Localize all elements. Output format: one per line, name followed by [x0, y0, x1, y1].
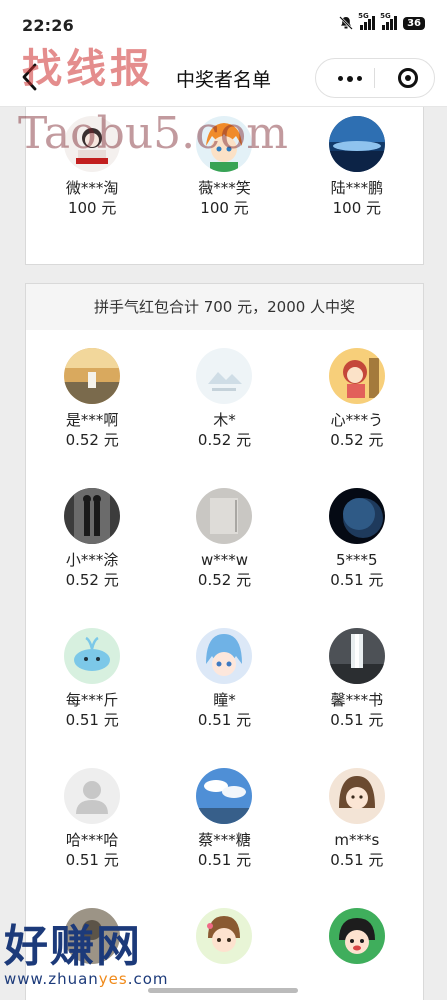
winner-amount: 100 元: [200, 199, 249, 217]
winner-name: 瞳*: [213, 691, 236, 709]
winner-amount: 0.52 元: [197, 431, 252, 449]
home-indicator[interactable]: [148, 988, 298, 993]
winner-list: 微***淘 100 元 薇***笑 100 元 陆***鹏 100 元 拼手气红…: [0, 107, 447, 1000]
avatar: [64, 768, 121, 824]
winner-item: 小***涂 0.52 元: [26, 470, 158, 610]
winner-name: 木*: [213, 411, 236, 429]
winner-grid-2: 是***啊 0.52 元 木* 0.52 元 心***う 0.52 元 小***…: [26, 330, 423, 1000]
winner-item: [158, 890, 290, 1000]
watermark-url: Taobu5.com: [18, 108, 288, 159]
watermark-url-part-b: yes: [98, 970, 128, 988]
avatar: [328, 628, 385, 684]
winner-item: m***s 0.51 元: [291, 750, 423, 890]
avatar: [328, 348, 385, 404]
winner-item: [291, 890, 423, 1000]
avatar: [328, 116, 385, 172]
avatar: [328, 488, 385, 544]
winner-amount: 0.51 元: [197, 851, 252, 869]
status-time: 22:26: [22, 16, 74, 35]
winner-item: w***w 0.52 元: [158, 470, 290, 610]
winner-name: 每***斤: [65, 691, 119, 709]
network-label-1: 5G: [358, 12, 369, 20]
watermark-top: 找线报: [22, 46, 154, 92]
watermark-bottom-title: 好赚网: [4, 921, 142, 972]
winner-item: 是***啊 0.52 元: [26, 330, 158, 470]
winner-item: 5***5 0.51 元: [291, 470, 423, 610]
winner-item: 馨***书 0.51 元: [291, 610, 423, 750]
winner-name: 馨***书: [330, 691, 384, 709]
avatar: [196, 908, 253, 964]
winner-name: m***s: [334, 831, 380, 849]
signal-icon-1: 5G: [358, 12, 376, 30]
signal-icon-2: 5G: [380, 12, 398, 30]
avatar: [196, 348, 253, 404]
avatar: [64, 488, 121, 544]
avatar: [196, 628, 253, 684]
winner-name: 陆***鹏: [330, 179, 384, 197]
more-menu-icon[interactable]: [338, 75, 362, 82]
winner-item: 哈***哈 0.51 元: [26, 750, 158, 890]
status-icons: 5G 5G 36: [339, 12, 425, 30]
winner-name: 蔡***糖: [198, 831, 251, 849]
winner-amount: 0.52 元: [65, 431, 119, 449]
watermark-bottom-url: www.zhuanyes.com: [4, 970, 169, 988]
winner-name: 薇***笑: [198, 179, 251, 197]
watermark-url-part-c: .com: [127, 970, 169, 988]
winner-amount: 100 元: [67, 199, 117, 217]
winner-item: 木* 0.52 元: [158, 330, 290, 470]
winner-name: 小***涂: [65, 551, 119, 569]
winner-amount: 0.51 元: [197, 711, 252, 729]
avatar: [64, 628, 121, 684]
mini-program-capsule: [315, 58, 435, 98]
winner-amount: 0.52 元: [65, 571, 119, 589]
capsule-divider: [374, 68, 375, 88]
winner-amount: 0.51 元: [330, 571, 384, 589]
watermark-bottom: 好赚网 www.zhuanyes.com: [4, 910, 169, 988]
winner-item: 瞳* 0.51 元: [158, 610, 290, 750]
winner-name: 微***淘: [65, 179, 119, 197]
winner-amount: 0.51 元: [330, 851, 384, 869]
winner-name: 心***う: [330, 411, 384, 429]
winner-amount: 0.51 元: [65, 851, 119, 869]
battery-icon: 36: [403, 16, 425, 30]
winner-name: 是***啊: [65, 411, 119, 429]
winner-name: 哈***哈: [65, 831, 119, 849]
prize-group-title: 拼手气红包合计 700 元，2000 人中奖: [26, 284, 423, 330]
winner-name: w***w: [200, 551, 249, 569]
winner-amount: 0.52 元: [330, 431, 384, 449]
winner-name: 5***5: [336, 551, 378, 569]
watermark-url-part-a: www.zhuan: [4, 970, 99, 988]
winner-amount: 0.52 元: [197, 571, 252, 589]
winner-item: 陆***鹏 100 元: [291, 107, 423, 238]
avatar: [328, 908, 385, 964]
winner-item: 心***う 0.52 元: [291, 330, 423, 470]
prize-group-card-2: 拼手气红包合计 700 元，2000 人中奖 是***啊 0.52 元 木* 0…: [25, 283, 424, 1000]
winner-item: 蔡***糖 0.51 元: [158, 750, 290, 890]
avatar: [64, 348, 121, 404]
close-program-icon[interactable]: [398, 68, 418, 88]
mute-bell-icon: [339, 16, 353, 30]
winner-amount: 0.51 元: [330, 711, 384, 729]
avatar: [196, 768, 253, 824]
winner-item: 每***斤 0.51 元: [26, 610, 158, 750]
winner-amount: 100 元: [332, 199, 382, 217]
avatar: [196, 488, 253, 544]
avatar: [328, 768, 385, 824]
winner-amount: 0.51 元: [65, 711, 119, 729]
network-label-2: 5G: [380, 12, 391, 20]
